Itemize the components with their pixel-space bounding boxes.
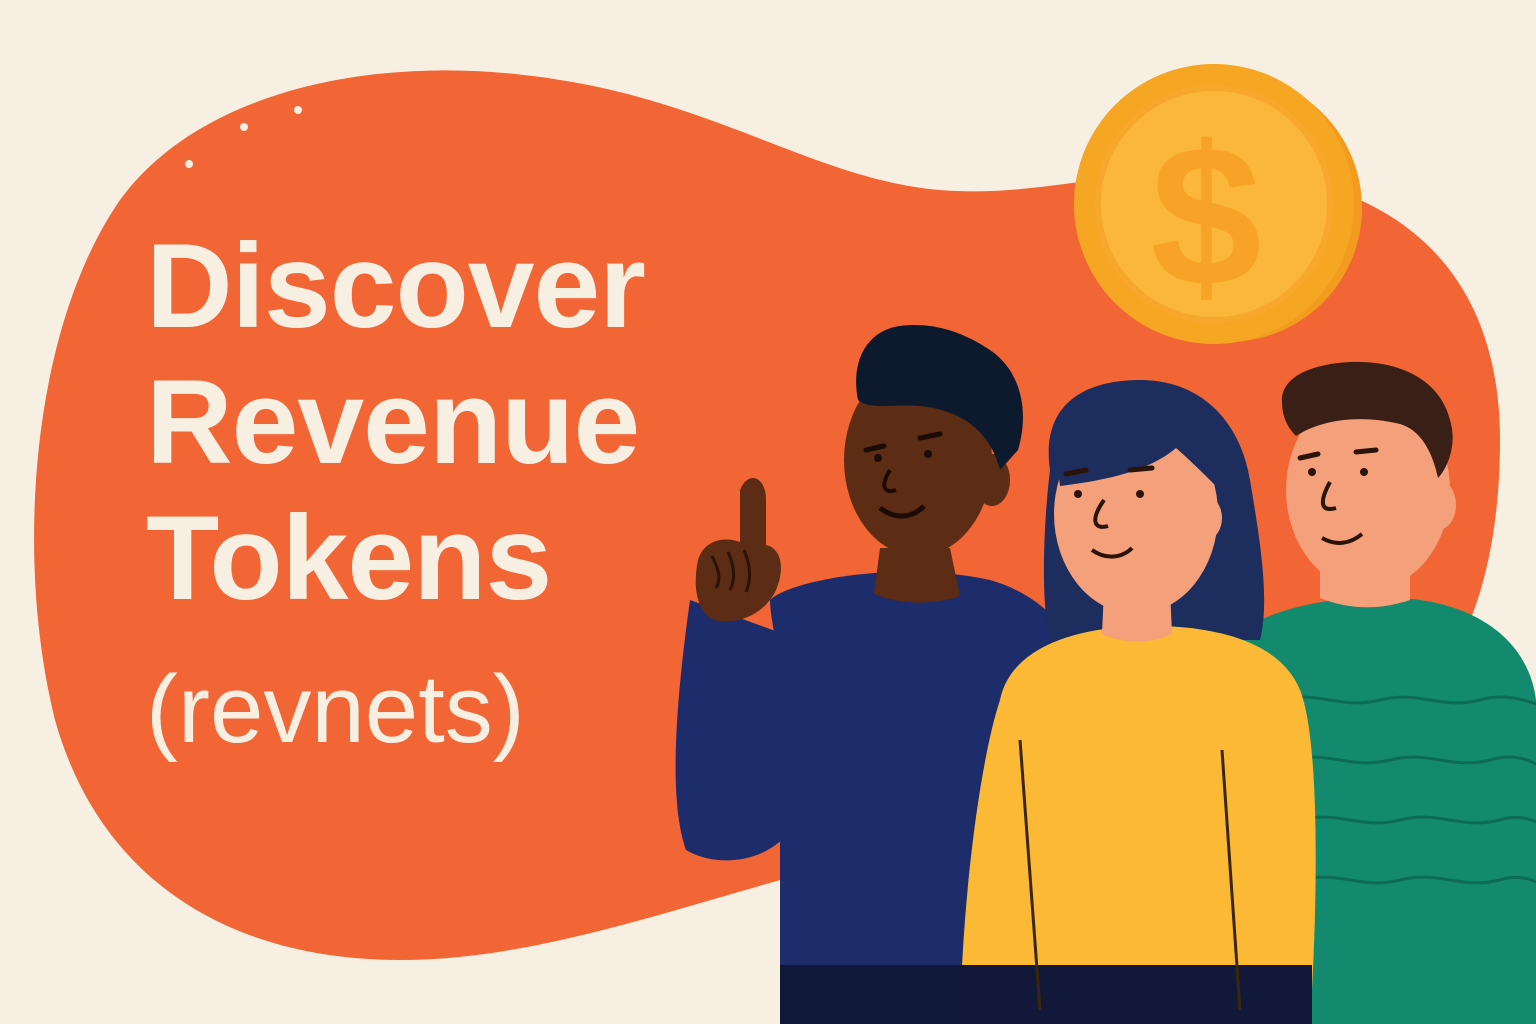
headline-line-2: Revenue <box>146 355 640 489</box>
headline-line-3: Tokens <box>146 491 552 625</box>
headline-line-1: Discover <box>146 219 646 353</box>
hero-subheadline: (revnets) <box>146 656 525 763</box>
coin-dollar-symbol: $ <box>1150 105 1261 328</box>
hero-headline: Discover Revenue Tokens <box>146 218 646 626</box>
